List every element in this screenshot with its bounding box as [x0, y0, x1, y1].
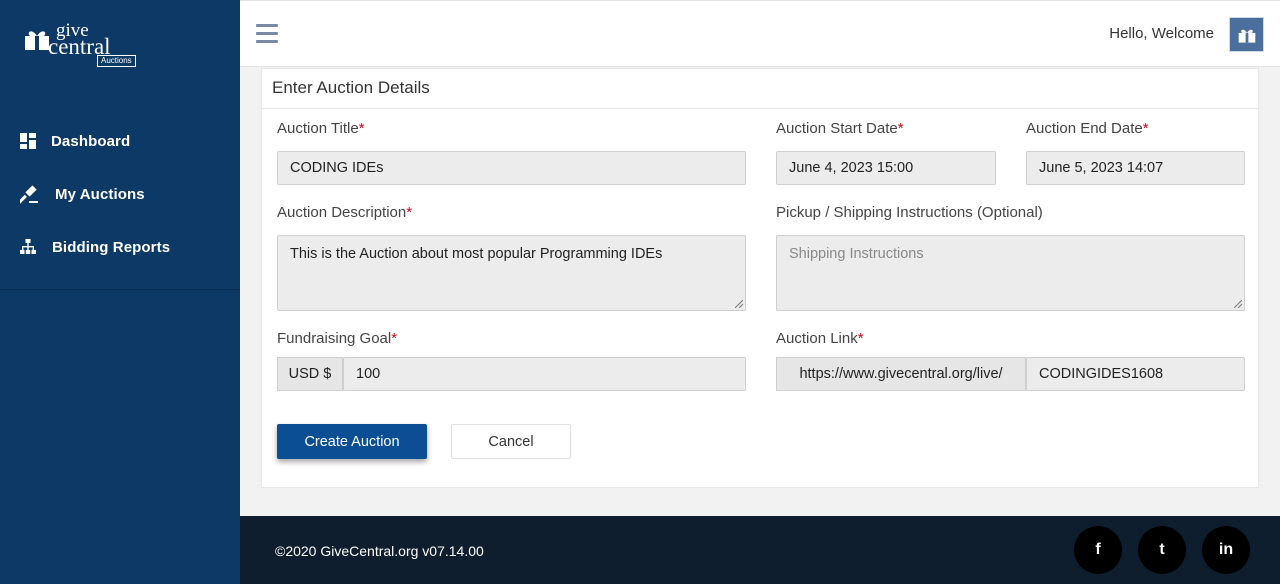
top-bar: Hello, Welcome: [240, 0, 1280, 67]
link-prefix-addon: https://www.givecentral.org/live/: [776, 357, 1026, 391]
welcome-text: Hello, Welcome: [1109, 25, 1214, 42]
user-avatar[interactable]: [1229, 17, 1264, 52]
auction-title-label: Auction Title*: [277, 120, 365, 137]
cancel-button[interactable]: Cancel: [451, 424, 571, 459]
shipping-label: Pickup / Shipping Instructions (Optional…: [776, 204, 1043, 221]
auction-title-input[interactable]: CODING IDEs: [277, 151, 746, 185]
start-date-label: Auction Start Date*: [776, 120, 904, 137]
end-date-label: Auction End Date*: [1026, 120, 1149, 137]
sidebar-item-dashboard[interactable]: Dashboard: [0, 121, 240, 161]
sidebar-item-label: Dashboard: [51, 132, 131, 150]
description-textarea[interactable]: This is the Auction about most popular P…: [277, 235, 746, 311]
sidebar-item-my-auctions[interactable]: My Auctions: [0, 174, 240, 214]
card-title: Enter Auction Details: [262, 69, 1258, 109]
facebook-icon[interactable]: f: [1074, 526, 1122, 574]
sidebar-item-bidding-reports[interactable]: Bidding Reports: [0, 227, 240, 267]
sidebar-item-label: Bidding Reports: [52, 238, 171, 256]
sidebar-item-label: My Auctions: [55, 185, 145, 203]
goal-label: Fundraising Goal*: [277, 330, 398, 347]
description-label: Auction Description*: [277, 204, 413, 221]
footer: ©2020 GiveCentral.org v07.14.00 f t in: [240, 516, 1280, 584]
resize-grip-icon[interactable]: [1234, 300, 1242, 308]
twitter-icon[interactable]: t: [1138, 526, 1186, 574]
gavel-icon: [20, 184, 38, 204]
menu-toggle-icon[interactable]: [256, 24, 278, 44]
link-label: Auction Link*: [776, 330, 864, 347]
goal-input[interactable]: 100: [343, 357, 746, 391]
shipping-textarea[interactable]: Shipping Instructions: [776, 235, 1245, 311]
auction-details-card: Enter Auction Details Auction Title* COD…: [261, 68, 1259, 488]
dashboard-icon: [20, 133, 36, 149]
linkedin-icon[interactable]: in: [1202, 526, 1250, 574]
link-slug-input[interactable]: CODINGIDES1608: [1026, 357, 1245, 391]
sidebar: give central Auctions Dashboard My Aucti…: [0, 0, 240, 584]
start-date-input[interactable]: June 4, 2023 15:00: [776, 151, 996, 185]
end-date-input[interactable]: June 5, 2023 14:07: [1026, 151, 1245, 185]
currency-addon: USD $: [277, 357, 343, 391]
resize-grip-icon[interactable]: [735, 300, 743, 308]
sitemap-icon: [20, 239, 36, 254]
gift-box-icon: [1238, 29, 1255, 43]
sidebar-nav: Dashboard My Auctions Bidding Reports: [0, 114, 240, 290]
create-auction-button[interactable]: Create Auction: [277, 424, 427, 459]
copyright-text: ©2020 GiveCentral.org v07.14.00: [275, 543, 484, 559]
givecentral-logo[interactable]: give central Auctions: [22, 21, 142, 68]
logo-tag: Auctions: [97, 55, 136, 67]
gift-box-icon: [25, 31, 49, 50]
